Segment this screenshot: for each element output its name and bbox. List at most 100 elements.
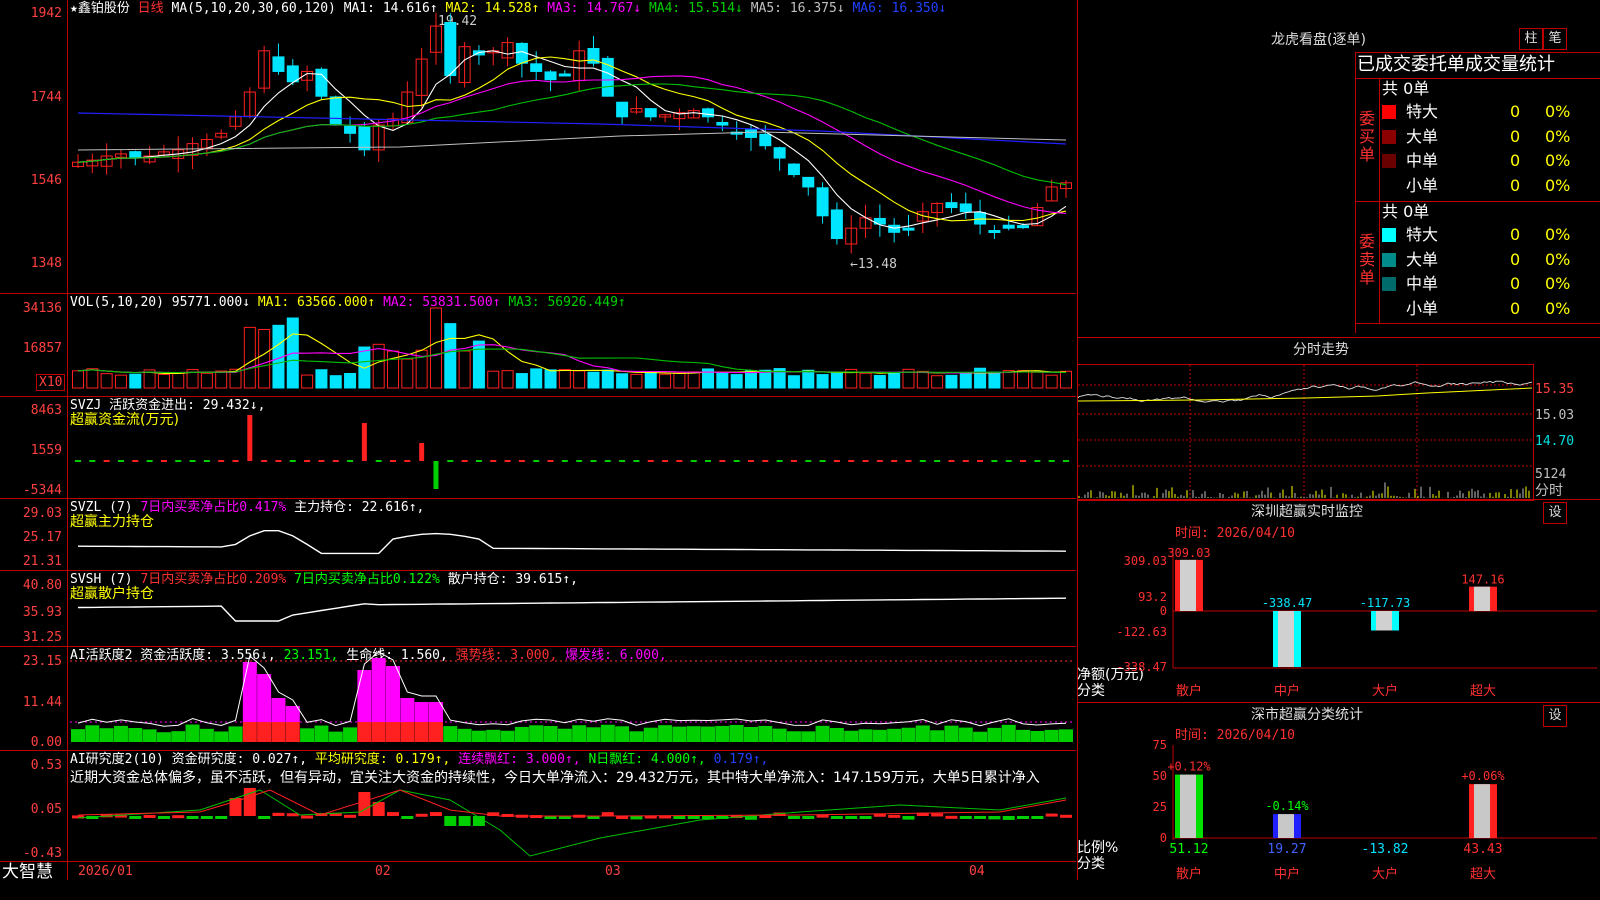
candle-down [988,230,1001,234]
research-green-line [77,789,1067,857]
volume-bar [429,307,442,389]
volume-bar [215,370,228,389]
activity-bar [629,731,644,742]
volume-bar [530,368,543,389]
candle-down [716,121,729,126]
volume-bar [200,372,213,389]
volume-bar [544,369,557,389]
activity-bar [171,731,186,742]
sz-bar-highlight [1376,611,1392,631]
sz-ytick: 309.03 [1124,554,1167,568]
activity-bar [686,726,701,742]
activity-bar [529,725,544,742]
right-canvas: 309.0393.20-122.63-338.47309.03散户-338.47… [1077,365,1597,882]
activity-bar [958,727,973,742]
research-bar [157,816,170,819]
volume-bar [401,358,414,389]
cls-bar-highlight [1278,814,1294,838]
chart-area[interactable]: 1942 1744 1546 1348 34136 16857 X10 8463… [0,0,1078,900]
volume-bar [129,373,142,389]
ma-line [77,75,1067,214]
activity-bar [300,728,315,742]
research-bar [215,816,228,819]
candle-down [702,108,715,118]
volume-bar [830,372,843,389]
activity-bar [729,724,744,742]
sz-bar-label: 147.16 [1461,573,1504,587]
volume-bar [974,367,987,389]
volume-bar [687,371,700,389]
volume-bar [358,346,371,389]
volume-bar [72,370,84,389]
research-bar [830,816,843,819]
activity-bar [772,728,787,742]
research-bar [1045,813,1058,817]
volume-bar [558,368,571,389]
flow-bar [361,423,367,461]
sz-ytick: -122.63 [1116,625,1167,639]
volume-bar [644,371,657,389]
vol-ma-line [77,344,1066,374]
activity-bar [400,722,415,742]
activity-bar [99,728,114,742]
volume-bar [387,350,400,389]
activity-bar [328,731,343,742]
candle-down [530,63,543,72]
candle-down [358,126,371,151]
sz-category: 散户 [1176,683,1202,699]
volume-bar [301,374,314,389]
cls-ytick: 25 [1153,800,1167,814]
research-bar [1031,816,1044,819]
volume-bar [616,373,629,389]
research-bar [601,812,614,816]
activity-bar [471,730,486,742]
cls-category: 大户 [1372,866,1398,882]
activity-bar [1030,730,1045,742]
svsh-line [77,597,1067,622]
activity-bar [514,726,529,742]
volume-bar [1045,374,1058,389]
activity-bar [543,726,558,742]
cls-category: 超大 [1470,867,1496,882]
volume-bar [573,370,586,389]
research-bar [129,816,142,819]
activity-bar [242,722,257,742]
activity-bar [973,731,988,742]
research-bar [988,816,1001,820]
volume-bar [916,370,929,389]
volume-bar [630,373,643,389]
activity-bar [428,722,443,742]
activity-bar [285,722,300,742]
sz-ytick: 0 [1160,604,1167,618]
activity-bar [672,726,687,742]
research-red-line [77,789,1067,817]
candle-down [129,151,142,159]
volume-bar [888,371,901,389]
volume-bar [1060,370,1072,389]
activity-bar [930,730,945,742]
volume-bar [988,371,1001,389]
research-bar [186,816,199,819]
activity-bar [944,725,959,742]
volume-bar [945,374,958,389]
candle-down [959,203,972,213]
candle-down [644,108,657,118]
activity-bar [844,730,859,742]
volume-bar [873,374,886,389]
activity-bar [615,726,630,742]
candle-down [945,202,958,209]
sz-bar-highlight [1474,586,1490,611]
sz-bar-highlight [1278,611,1294,667]
activity-bar [357,722,372,742]
activity-bar [457,728,472,742]
activity-bar [156,732,171,742]
volume-bar [243,326,256,389]
activity-bar [386,722,401,742]
volume-bar [730,374,743,389]
research-bar [974,816,987,819]
volume-bar [444,323,457,389]
ma6-line [77,112,1067,145]
volume-bar [372,343,385,389]
chart-canvas[interactable] [0,0,1076,900]
research-bar [931,813,944,817]
